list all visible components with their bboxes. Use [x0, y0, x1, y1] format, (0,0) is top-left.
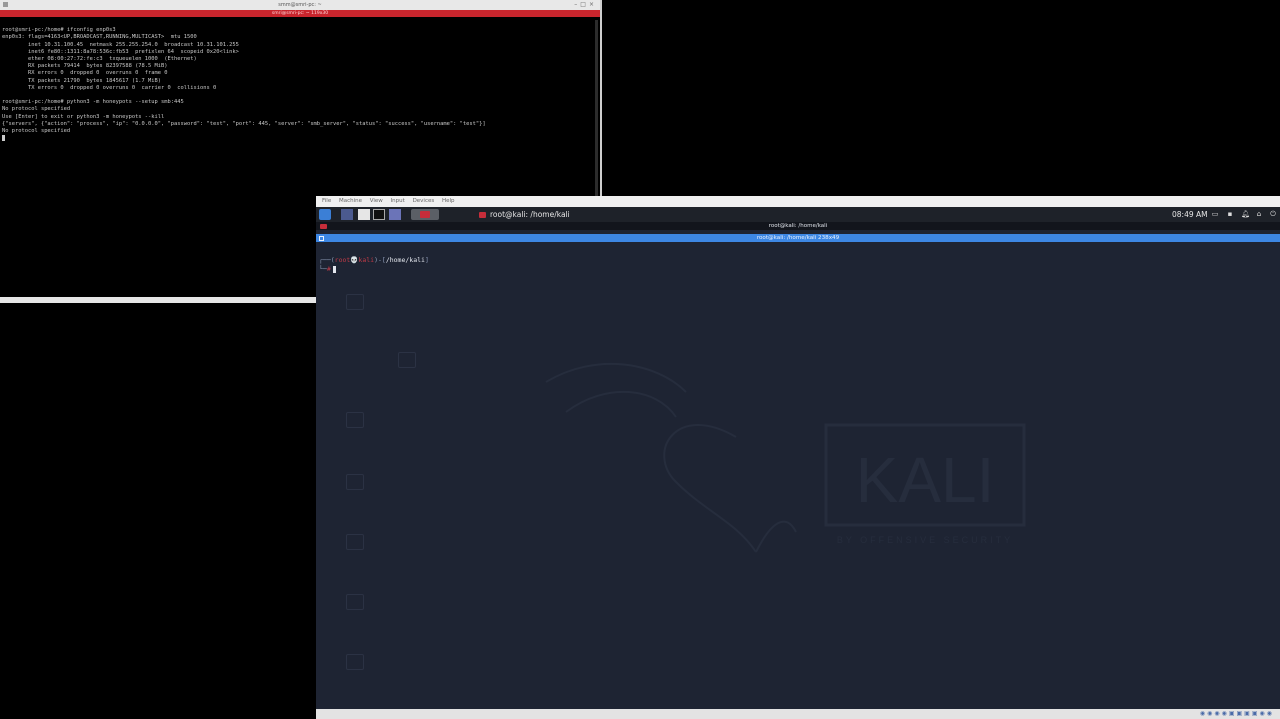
active-workspace-icon: [420, 211, 430, 218]
desktop-icon[interactable]: [346, 294, 364, 310]
kali-terminal-titlebar[interactable]: root@kali: /home/kali: [316, 222, 1280, 230]
workspace-icon[interactable]: [341, 209, 353, 220]
kali-menu-icon[interactable]: [319, 209, 331, 220]
host-terminal-output[interactable]: root@smri-pc:/home# ifconfig enp0s3 enp0…: [0, 17, 600, 147]
vm-status-icons[interactable]: ◉◉◉◉▣▣▣▣◉◉: [1200, 710, 1274, 717]
vm-menubar: File Machine View Input Devices Help: [316, 196, 1280, 207]
terminal-window-icon: [320, 223, 327, 229]
prompt-path: /home/kali: [385, 256, 425, 264]
terminal-line: RX errors 0 dropped 0 overruns 0 frame 0: [2, 70, 168, 77]
prompt-line2: └─: [319, 265, 327, 273]
terminal-launcher-icon[interactable]: [373, 209, 385, 220]
display-icon[interactable]: ▭: [1211, 210, 1219, 218]
prompt-mid: )-[: [374, 256, 386, 264]
terminal-line: ether 08:00:27:72:fe:c3 txqueuelen 1000 …: [2, 56, 197, 63]
terminal-line: inet 10.31.100.45 netmask 255.255.254.0 …: [2, 41, 239, 48]
kali-top-panel: root@kali: /home/kali 08:49 AM ▭ ▪ 🔔︎ ⌂ …: [316, 207, 1280, 222]
kali-vm-window[interactable]: File Machine View Input Devices Help roo…: [316, 196, 1280, 719]
terminal-line: TX errors 0 dropped 0 overruns 0 carrier…: [2, 84, 217, 91]
desktop-icon[interactable]: [346, 654, 364, 670]
prompt-open: ┌──(: [319, 256, 335, 264]
terminal-task-icon: [479, 212, 486, 218]
taskbar-terminal-entry[interactable]: root@kali: /home/kali: [479, 207, 570, 222]
terminal-line: root@smri-pc:/home# ifconfig enp0s3: [2, 27, 116, 34]
desktop-icon[interactable]: [346, 594, 364, 610]
terminal-line: enp0s3: flags=4163<UP,BROADCAST,RUNNING,…: [2, 34, 197, 41]
desktop-icon[interactable]: [346, 534, 364, 550]
terminal-line: RX packets 79414 bytes 82397588 (78.5 Mi…: [2, 63, 168, 70]
kali-wallpaper: KALI BY OFFENSIVE SECURITY: [545, 362, 1026, 553]
power-icon[interactable]: ⏻: [1269, 210, 1277, 218]
desktop-icon[interactable]: [346, 412, 364, 428]
prompt-user: root: [334, 256, 351, 264]
terminal-line: Use [Enter] to exit or python3 -m honeyp…: [2, 113, 165, 120]
prompt-close: ]: [424, 256, 429, 264]
terminal-line: TX packets 21790 bytes 1845617 (1.7 MiB): [2, 77, 162, 84]
workspace-switcher[interactable]: [411, 209, 439, 220]
network-icon[interactable]: ▪: [1226, 210, 1234, 218]
notification-bell-icon[interactable]: 🔔︎: [1241, 210, 1250, 218]
kali-shell-prompt[interactable]: ┌──(root💀kali)-[/home/kali] └─#: [319, 256, 429, 274]
prompt-host: kali: [358, 256, 375, 264]
prompt-symbol: #: [326, 265, 331, 273]
host-terminal-tab[interactable]: smri@smri-pc: ~ 119x30: [0, 10, 600, 17]
menu-input[interactable]: Input: [391, 198, 405, 204]
kali-terminal-tab[interactable]: root@kali: /home/kali 238x49: [316, 234, 1280, 242]
kali-logo-tagline: BY OFFENSIVE SECURITY: [837, 535, 1013, 545]
file-manager-icon[interactable]: [358, 209, 370, 220]
menu-devices[interactable]: Devices: [413, 198, 435, 204]
kali-logo-text: KALI: [856, 444, 995, 516]
terminal-line: {"servers", {"action": "process", "ip": …: [2, 120, 486, 127]
menu-machine[interactable]: Machine: [339, 198, 362, 204]
kali-desktop[interactable]: KALI BY OFFENSIVE SECURITY root@kali: /h…: [316, 222, 1280, 709]
lock-icon[interactable]: ⌂: [1255, 210, 1263, 218]
terminal-line: No protocol specified: [2, 106, 71, 113]
desktop-icon[interactable]: [398, 352, 416, 368]
taskbar-title: root@kali: /home/kali: [490, 210, 570, 219]
menu-view[interactable]: View: [370, 198, 383, 204]
menu-help[interactable]: Help: [442, 198, 455, 204]
terminal-cursor: [2, 135, 5, 142]
host-terminal-tab-label: smri@smri-pc: ~ 119x30: [271, 11, 329, 16]
terminal-app-icon: [3, 2, 8, 7]
desktop-icon[interactable]: [346, 474, 364, 490]
kali-dragon-logo: [545, 362, 797, 553]
terminal-line: root@smri-pc:/home# python3 -m honeypots…: [2, 99, 184, 106]
browser-icon[interactable]: [389, 209, 401, 220]
tab-menu-icon[interactable]: [319, 235, 324, 241]
terminal-line: inet6 fe80::1311:8a78:536c:fb53 prefixle…: [2, 48, 239, 55]
kali-terminal-tab-label: root@kali: /home/kali 238x49: [756, 235, 840, 241]
kali-terminal-title: root@kali: /home/kali: [768, 223, 828, 229]
vm-status-bar: ◉◉◉◉▣▣▣▣◉◉: [316, 709, 1280, 719]
window-controls[interactable]: –□×: [574, 0, 597, 10]
panel-clock[interactable]: 08:49 AM: [1172, 207, 1208, 222]
host-terminal-title: smm@smri-pc: ~: [278, 2, 322, 8]
host-terminal-titlebar[interactable]: smm@smri-pc: ~ –□×: [0, 0, 600, 10]
menu-file[interactable]: File: [322, 198, 331, 204]
kali-terminal-cursor: [332, 265, 336, 273]
terminal-line: No protocol specified: [2, 128, 71, 135]
